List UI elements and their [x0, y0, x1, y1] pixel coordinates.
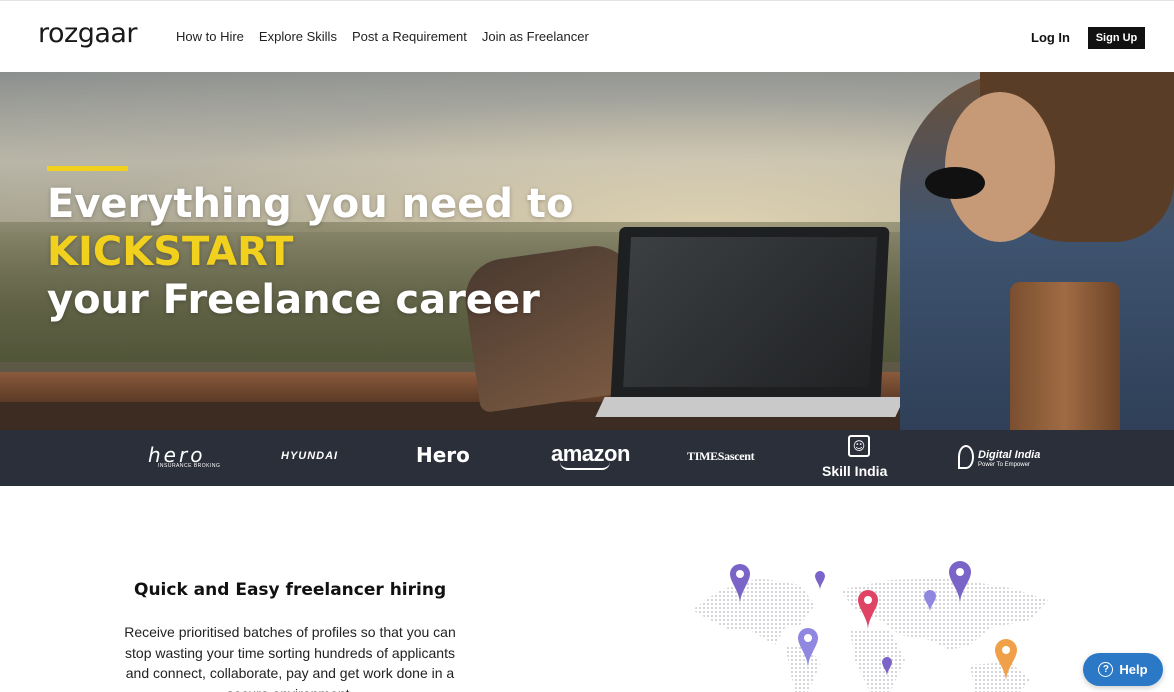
- hero-banner: Everything you need to KICKSTART your Fr…: [0, 72, 1174, 430]
- hero-image-post: [1010, 282, 1120, 430]
- hero-image-sunglasses: [925, 167, 985, 199]
- hero-accent-bar: [47, 166, 128, 171]
- nav-how-to-hire[interactable]: How to Hire: [176, 29, 244, 44]
- amazon-smile-icon: [560, 462, 610, 470]
- digital-india-logo: Digital India: [978, 449, 1041, 461]
- section-description: Receive prioritised batches of profiles …: [124, 624, 456, 692]
- laptop-screen: [623, 237, 878, 387]
- digital-india-mark-icon: [958, 445, 974, 469]
- section-title: Quick and Easy freelancer hiring: [134, 580, 447, 600]
- hero-insurance-logo-sub: INSURANCE BROKING: [158, 463, 221, 469]
- site-header: rozgaar How to Hire Explore Skills Post …: [0, 0, 1174, 72]
- main-nav: How to Hire Explore Skills Post a Requir…: [176, 29, 604, 44]
- hero-heading: Everything you need to KICKSTART your Fr…: [47, 180, 574, 324]
- rozgaar-logo[interactable]: rozgaar: [38, 18, 138, 49]
- partner-logos-strip: hero INSURANCE BROKING HYUNDAI Hero amaz…: [0, 430, 1174, 486]
- hero-line-1: Everything you need to: [47, 181, 574, 227]
- hero-line-3: your Freelance career: [47, 277, 540, 323]
- hero-image-laptop: [610, 227, 890, 402]
- signup-button[interactable]: Sign Up: [1088, 27, 1145, 49]
- help-icon: ?: [1098, 662, 1114, 677]
- laptop-base: [595, 397, 905, 417]
- hyundai-logo: HYUNDAI: [281, 450, 339, 462]
- skill-india-logo: Skill India: [822, 463, 888, 479]
- nav-join-freelancer[interactable]: Join as Freelancer: [482, 29, 589, 44]
- map-pin-icon: [815, 571, 825, 590]
- help-label: Help: [1119, 662, 1148, 677]
- world-map-illustration: [692, 561, 1048, 692]
- help-button[interactable]: ? Help: [1083, 653, 1163, 686]
- skill-india-emblem-icon: ☺: [848, 435, 870, 457]
- times-ascent-logo: TIMESascent: [687, 449, 755, 463]
- login-link[interactable]: Log In: [1031, 30, 1070, 45]
- nav-post-requirement[interactable]: Post a Requirement: [352, 29, 467, 44]
- hero-line-kickstart: KICKSTART: [47, 229, 294, 275]
- nav-explore-skills[interactable]: Explore Skills: [259, 29, 337, 44]
- hero-logo: Hero: [416, 443, 470, 467]
- digital-india-tagline: Power To Empower: [978, 462, 1030, 468]
